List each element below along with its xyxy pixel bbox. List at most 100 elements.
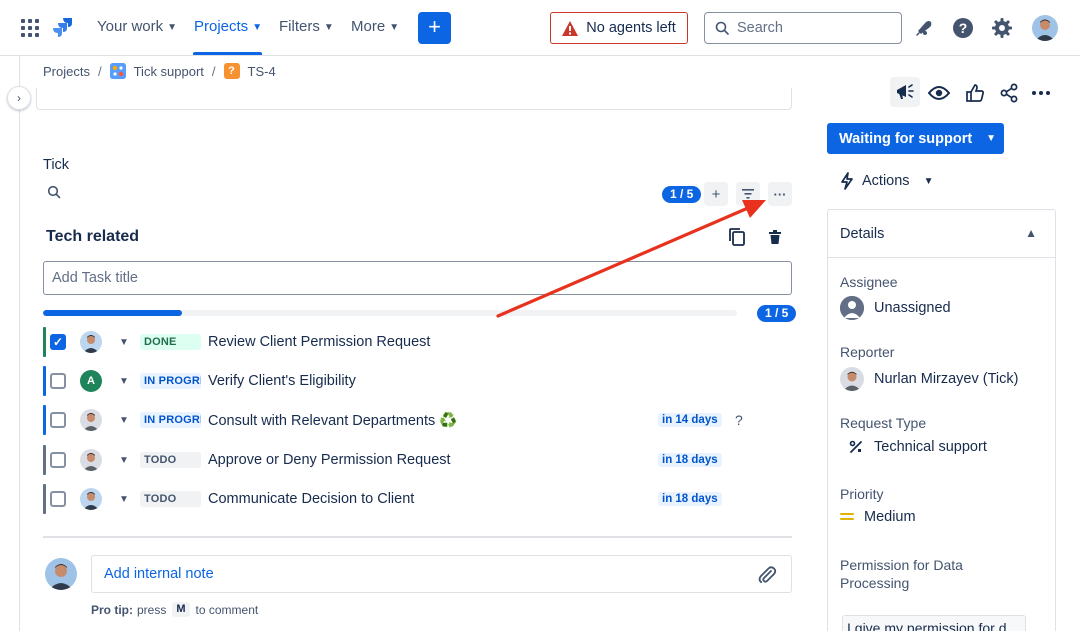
permission-value[interactable]: I give my permission for data processing <box>842 615 1026 631</box>
search-icon[interactable] <box>47 185 61 199</box>
add-list-button[interactable]: + <box>704 182 728 206</box>
more-icon <box>1032 91 1050 95</box>
chevron-down-icon: ▼ <box>986 133 997 144</box>
task-checkbox[interactable]: ✓ <box>50 334 66 350</box>
task-checkbox[interactable] <box>50 412 66 428</box>
attachment-icon[interactable] <box>757 565 777 585</box>
task-row[interactable]: ▼ IN PROGRESS Consult with Relevant Depa… <box>43 405 792 435</box>
nav-projects-label: Projects <box>194 18 249 35</box>
no-agents-left-label: No agents left <box>586 20 676 36</box>
details-header[interactable]: Details ▲ <box>828 210 1055 258</box>
app-switcher-icon[interactable] <box>21 19 39 37</box>
jira-logo-icon[interactable] <box>52 16 74 40</box>
task-checkbox[interactable] <box>50 491 66 507</box>
search-input[interactable]: Search <box>704 12 902 44</box>
task-list-title: Tech related <box>46 228 140 245</box>
filter-button[interactable] <box>736 182 760 206</box>
breadcrumb-issue[interactable]: TS-4 <box>248 64 276 79</box>
reporter-avatar <box>840 367 864 391</box>
more-options-button[interactable]: ··· <box>768 182 792 206</box>
task-title[interactable]: Review Client Permission Request <box>208 334 430 350</box>
help-icon[interactable]: ? <box>951 16 975 40</box>
pro-tip: Pro tip: press M to comment <box>91 602 258 617</box>
details-panel: Details ▲ Assignee Unassigned Reporter N… <box>827 209 1056 631</box>
expand-sidebar-button[interactable]: › <box>7 86 31 110</box>
task-status-bar <box>43 327 46 357</box>
progress-count-badge: 1 / 5 <box>757 305 797 322</box>
nav-projects[interactable]: Projects ▼ <box>194 18 262 35</box>
task-due-badge: in 18 days <box>658 492 722 506</box>
watch-button[interactable] <box>926 80 952 106</box>
task-help-icon[interactable]: ? <box>735 412 743 428</box>
task-title[interactable]: Approve or Deny Permission Request <box>208 452 451 468</box>
task-assignee-avatar[interactable] <box>80 409 102 431</box>
trash-icon[interactable] <box>767 228 783 246</box>
actions-menu[interactable]: Actions ▼ <box>840 172 933 190</box>
section-divider <box>43 536 792 538</box>
settings-icon[interactable] <box>990 16 1014 40</box>
task-status-lozenge[interactable]: DONE <box>140 334 201 350</box>
assignee-field[interactable]: Unassigned <box>840 296 951 320</box>
internal-note-input[interactable]: Add internal note <box>91 555 792 593</box>
actions-label: Actions <box>862 173 910 189</box>
status-dropdown-button[interactable]: Waiting for support ▼ <box>827 123 1004 154</box>
more-actions-button[interactable] <box>1028 80 1054 106</box>
request-type-field[interactable]: Technical support <box>840 439 987 455</box>
nav-your-work-label: Your work <box>97 18 164 35</box>
task-checkbox[interactable] <box>50 373 66 389</box>
task-assignee-avatar[interactable] <box>80 331 102 353</box>
chevron-down-icon[interactable]: ▼ <box>119 415 129 426</box>
nav-filters-label: Filters <box>279 18 320 35</box>
task-title[interactable]: Communicate Decision to Client <box>208 491 414 507</box>
priority-field[interactable]: Medium <box>840 509 916 525</box>
task-status-lozenge[interactable]: IN PROGRESS <box>140 373 201 389</box>
user-avatar[interactable] <box>1032 15 1058 41</box>
task-assignee-avatar[interactable]: A <box>80 370 102 392</box>
breadcrumb-project[interactable]: Tick support <box>134 64 204 79</box>
task-assignee-avatar[interactable] <box>80 449 102 471</box>
task-assignee-avatar[interactable] <box>80 488 102 510</box>
nav-your-work[interactable]: Your work ▼ <box>97 18 177 35</box>
chevron-down-icon[interactable]: ▼ <box>119 337 129 348</box>
priority-value: Medium <box>864 509 916 525</box>
task-row[interactable]: ✓ ▼ DONE Review Client Permission Reques… <box>43 327 792 357</box>
chevron-right-icon: › <box>17 91 21 105</box>
no-agents-left-button[interactable]: No agents left <box>550 12 688 44</box>
chevron-down-icon: ▼ <box>252 21 263 33</box>
task-status-lozenge[interactable]: IN PROGRESS <box>140 412 201 428</box>
pro-tip-prefix: Pro tip: <box>91 602 133 617</box>
reporter-field[interactable]: Nurlan Mirzayev (Tick) <box>840 367 1018 391</box>
task-status-lozenge[interactable]: TODO <box>140 452 201 468</box>
feedback-button[interactable] <box>890 77 920 107</box>
request-type-label: Request Type <box>840 415 927 431</box>
task-row[interactable]: A ▼ IN PROGRESS Verify Client's Eligibil… <box>43 366 792 396</box>
assignee-value: Unassigned <box>874 300 951 316</box>
breadcrumb-projects[interactable]: Projects <box>43 64 90 79</box>
description-field-bottom[interactable] <box>36 88 792 110</box>
chevron-up-icon[interactable]: ▲ <box>1025 226 1037 240</box>
reporter-value: Nurlan Mirzayev (Tick) <box>874 371 1019 387</box>
create-button[interactable]: + <box>418 12 451 44</box>
chevron-down-icon: ▼ <box>323 21 334 33</box>
chevron-down-icon[interactable]: ▼ <box>119 376 129 387</box>
permission-label: Permission for Data Processing <box>840 557 963 591</box>
nav-more[interactable]: More ▼ <box>351 18 399 35</box>
task-title[interactable]: Verify Client's Eligibility <box>208 373 356 389</box>
vote-button[interactable] <box>962 80 988 106</box>
add-task-input[interactable]: Add Task title <box>43 261 792 295</box>
share-button[interactable] <box>996 80 1022 106</box>
nav-active-indicator <box>193 52 262 55</box>
task-count-badge: 1 / 5 <box>662 186 702 203</box>
chevron-down-icon[interactable]: ▼ <box>119 455 129 466</box>
task-row[interactable]: ▼ TODO Approve or Deny Permission Reques… <box>43 445 792 475</box>
copy-icon[interactable] <box>727 227 747 247</box>
task-title[interactable]: Consult with Relevant Departments ♻️ <box>208 412 457 429</box>
task-checkbox[interactable] <box>50 452 66 468</box>
task-row[interactable]: ▼ TODO Communicate Decision to Client in… <box>43 484 792 514</box>
nav-filters[interactable]: Filters ▼ <box>279 18 334 35</box>
task-status-lozenge[interactable]: TODO <box>140 491 201 507</box>
chevron-down-icon[interactable]: ▼ <box>119 494 129 505</box>
priority-label: Priority <box>840 486 884 502</box>
notification-icon[interactable] <box>912 16 936 40</box>
breadcrumb: Projects / Tick support / ? TS-4 <box>43 63 276 79</box>
